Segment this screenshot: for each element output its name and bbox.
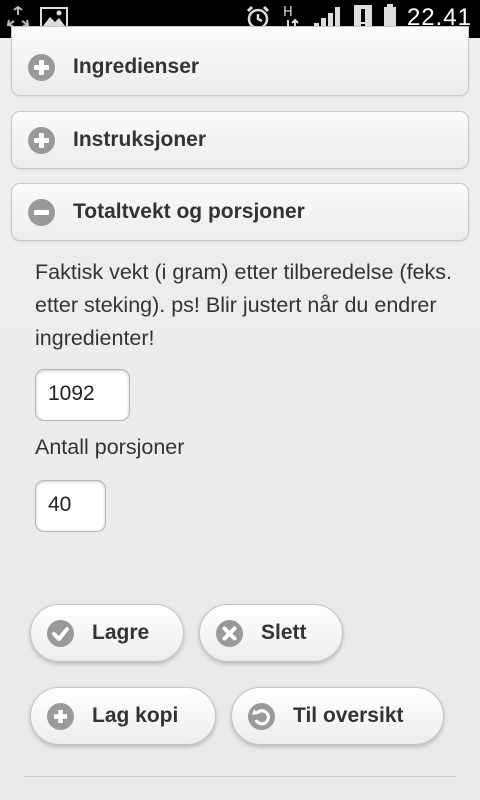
copy-label: Lag kopi <box>92 704 179 727</box>
save-label: Lagre <box>92 621 150 644</box>
delete-label: Slett <box>261 621 307 644</box>
overview-label: Til oversikt <box>293 704 404 727</box>
save-button[interactable]: Lagre <box>30 604 184 662</box>
check-icon <box>47 619 74 647</box>
page-content: Ingredienser Instruksjoner Totaltvekt og… <box>0 26 480 800</box>
portions-label: Antall porsjoner <box>35 435 185 459</box>
section-total-weight-portions[interactable]: Totaltvekt og porsjoner <box>11 183 469 241</box>
refresh-icon <box>248 702 275 730</box>
minus-icon <box>28 198 55 226</box>
overview-button[interactable]: Til oversikt <box>231 687 444 745</box>
weight-description: Faktisk vekt (i gram) etter tilberedelse… <box>35 260 452 350</box>
section-ingredients[interactable]: Ingredienser <box>11 26 469 96</box>
plus-icon <box>28 53 55 81</box>
portions-input[interactable]: 40 <box>35 480 106 532</box>
plus-icon <box>28 126 55 154</box>
weight-input[interactable]: 1092 <box>35 369 130 421</box>
section-title: Ingredienser <box>73 55 200 78</box>
section-title: Totaltvekt og porsjoner <box>73 200 305 223</box>
section-instructions[interactable]: Instruksjoner <box>11 111 469 169</box>
section-title: Instruksjoner <box>73 128 207 151</box>
footer-divider <box>24 776 456 777</box>
network-type-label: H <box>283 5 293 20</box>
plus-icon <box>47 702 74 730</box>
delete-icon <box>216 619 243 647</box>
delete-button[interactable]: Slett <box>199 604 343 662</box>
copy-button[interactable]: Lag kopi <box>30 687 216 745</box>
